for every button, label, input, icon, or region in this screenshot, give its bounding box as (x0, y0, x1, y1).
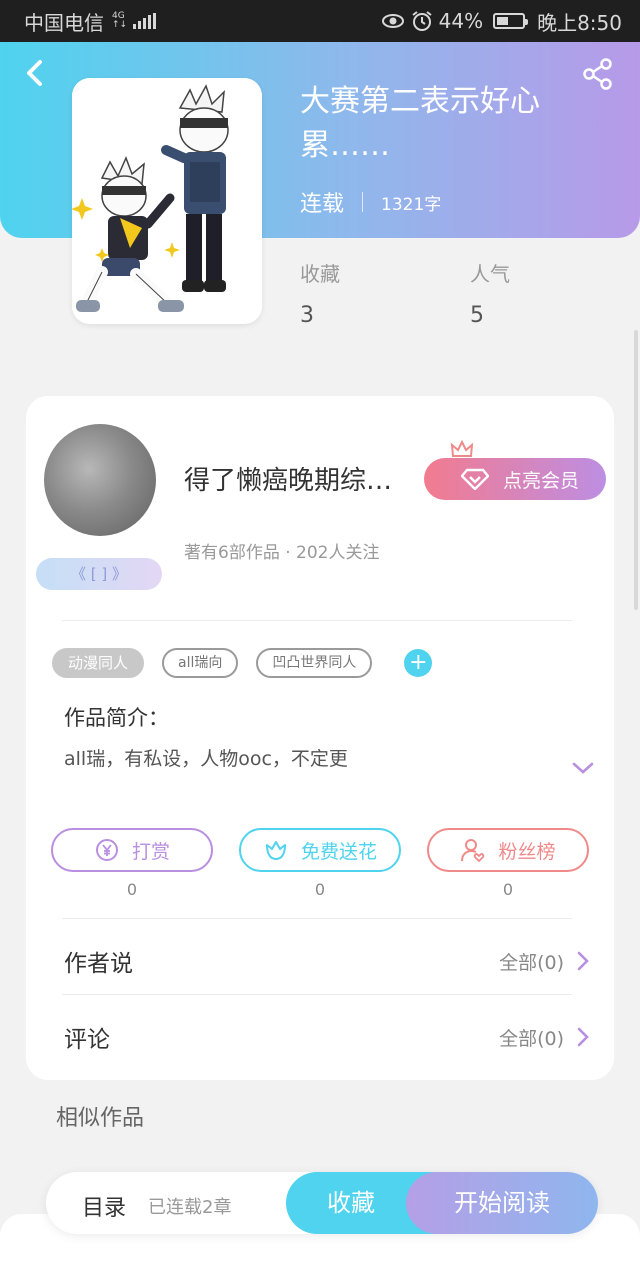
stat-value: 3 (300, 303, 314, 328)
fan-ranking-button[interactable]: 粉丝榜 (427, 828, 589, 872)
comments-title: 评论 (64, 1027, 110, 1053)
expand-chevron-icon[interactable] (570, 758, 596, 778)
yen-icon (95, 839, 118, 861)
meta-divider (362, 192, 364, 212)
author-notes-title: 作者说 (64, 951, 133, 977)
author-notes-link[interactable]: 全部(0) (499, 948, 590, 975)
author-name[interactable]: 得了懒癌晚期综… (184, 460, 412, 497)
author-avatar[interactable] (44, 424, 156, 536)
clock: 晚上8:50 (537, 10, 622, 35)
send-flower-button[interactable]: 免费送花 (239, 828, 401, 872)
flower-count: 0 (314, 880, 326, 899)
add-tag-button[interactable]: + (404, 649, 433, 677)
crown-icon (450, 440, 474, 457)
view-all-label: 全部(0) (499, 1027, 564, 1050)
battery-fill (497, 17, 508, 25)
view-all-label: 全部(0) (499, 951, 564, 974)
book-title: 大赛第二表示好心累…… (300, 84, 540, 163)
table-of-contents-button[interactable]: 目录 (82, 1190, 126, 1222)
back-icon (27, 60, 42, 86)
serial-status: 连载 (300, 192, 345, 217)
send-flower-label: 免费送花 (300, 840, 377, 863)
network-type-icon: 4G ↑↓ (112, 12, 127, 30)
author-notes-row[interactable]: 作者说 全部(0) (64, 944, 590, 978)
fan-user-icon (461, 839, 485, 863)
author-stats: 著有6部作品 · 202人关注 (184, 543, 380, 563)
eye-icon (381, 14, 404, 28)
signal-icon (133, 13, 157, 29)
divider (62, 918, 572, 919)
stat-value: 5 (470, 303, 484, 328)
reward-button[interactable]: 打赏 (51, 828, 213, 872)
chapter-count: 已连载2章 (148, 1197, 232, 1218)
flower-icon (265, 841, 286, 860)
comments-row[interactable]: 评论 全部(0) (64, 1020, 590, 1054)
intro-title: 作品简介： (64, 706, 169, 730)
scrollbar[interactable] (634, 330, 638, 610)
tag-list: 动漫同人 all瑞向 凹凸世界同人 + (52, 648, 433, 678)
start-reading-button[interactable]: 开始阅读 (406, 1172, 598, 1234)
battery-icon (493, 13, 529, 29)
tag-item[interactable]: 凹凸世界同人 (256, 648, 373, 678)
fan-count: 0 (502, 880, 514, 899)
word-count: 1321字 (381, 194, 442, 215)
intro-text: all瑞，有私设，人物ooc，不定更 (64, 748, 348, 770)
status-right: 44% 晚上8:50 (381, 7, 622, 36)
cover-illustration (72, 78, 262, 324)
network-activity-label: ↑↓ (112, 20, 128, 30)
vip-button[interactable]: 点亮会员 (424, 458, 606, 500)
book-meta: 连载 1321字 (300, 186, 441, 218)
book-cover-image[interactable] (72, 78, 262, 324)
tag-item[interactable]: 动漫同人 (52, 648, 145, 678)
similar-works-title: 相似作品 (56, 1106, 145, 1131)
divider (62, 620, 572, 621)
divider (62, 994, 572, 995)
alarm-icon (412, 11, 432, 31)
stat-label: 收藏 (300, 262, 340, 286)
stat-popularity: 人气 5 (470, 258, 510, 328)
tag-item[interactable]: all瑞向 (162, 648, 239, 678)
chevron-right-icon (577, 1027, 589, 1047)
stat-label: 人气 (470, 262, 510, 286)
battery-percent: 44% (438, 9, 484, 33)
reward-count: 0 (126, 880, 138, 899)
diamond-icon (460, 468, 489, 490)
chevron-right-icon (577, 951, 589, 971)
fan-ranking-label: 粉丝榜 (498, 840, 556, 863)
plus-icon: + (409, 650, 428, 675)
vip-button-label: 点亮会员 (502, 469, 579, 492)
stat-favorites: 收藏 3 (300, 258, 340, 328)
status-left: 中国电信 4G ↑↓ (24, 7, 157, 36)
comments-link[interactable]: 全部(0) (499, 1024, 590, 1051)
back-button[interactable] (20, 56, 54, 90)
status-bar: 中国电信 4G ↑↓ 44% 晚上8:50 (0, 0, 640, 42)
author-badge: 《 [ ] 》 (36, 558, 162, 590)
carrier-label: 中国电信 (24, 10, 104, 35)
reward-label: 打赏 (131, 840, 170, 863)
